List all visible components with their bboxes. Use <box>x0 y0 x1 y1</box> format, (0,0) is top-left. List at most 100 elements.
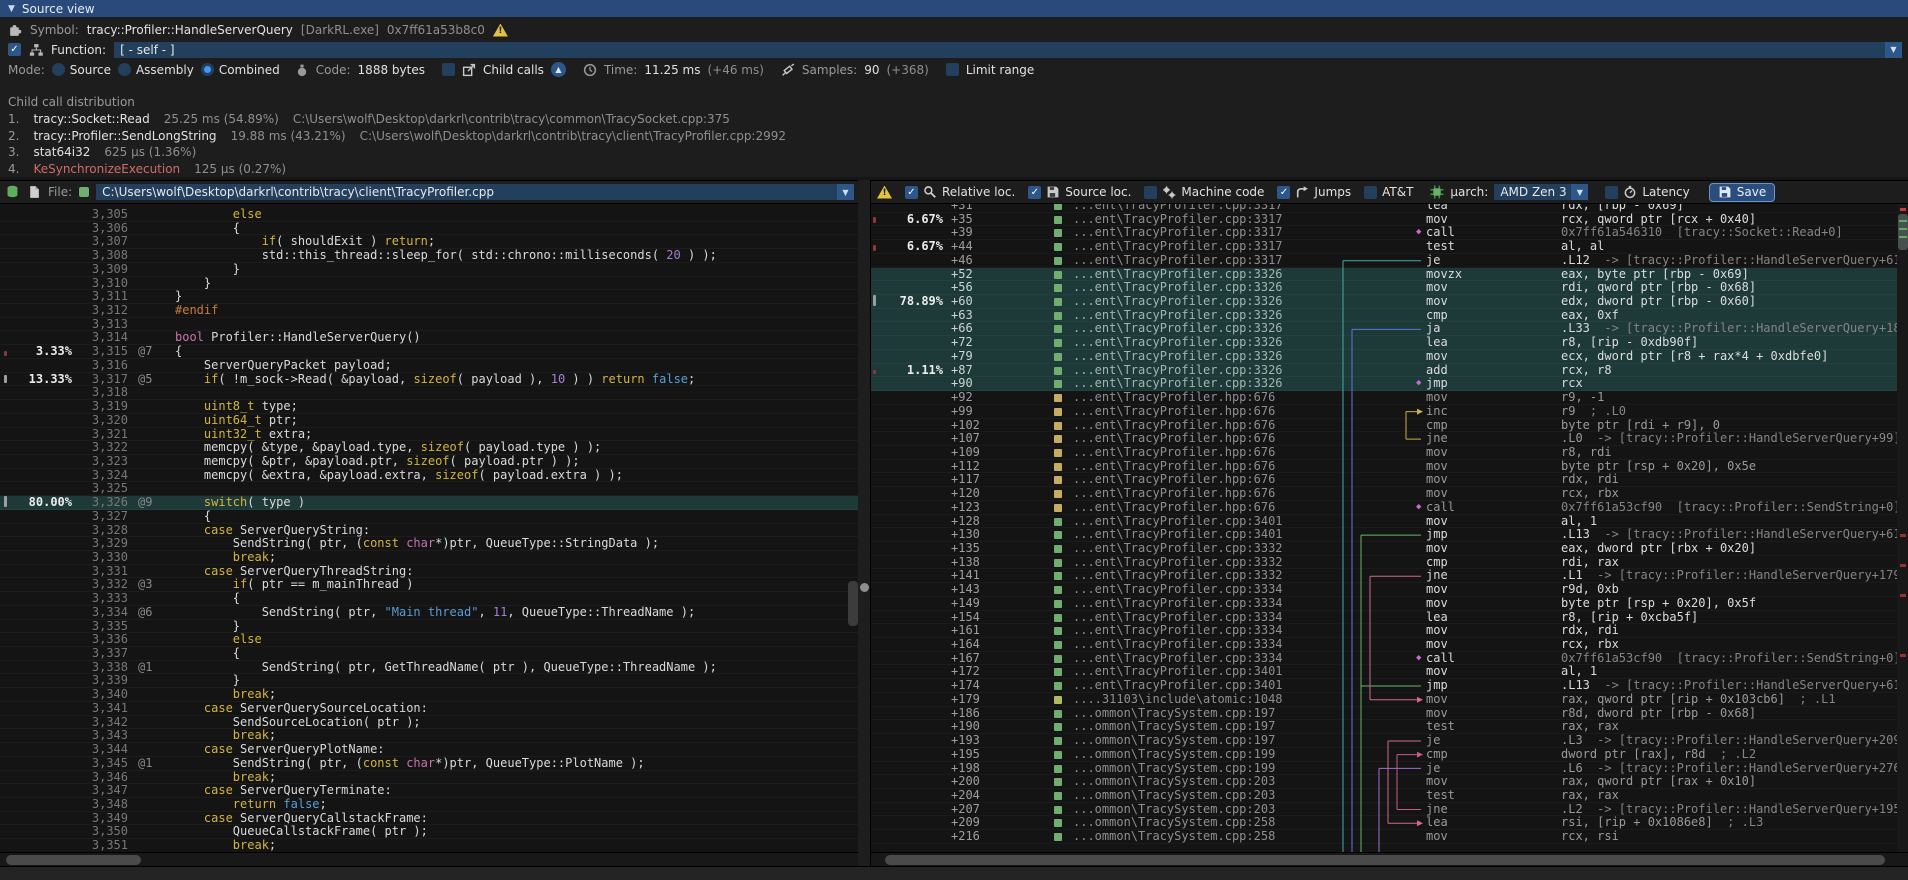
asm-row[interactable]: 78.89%+60...ent\TracyProfiler.cpp:3326mo… <box>871 295 1908 309</box>
asm-row[interactable]: +130...ent\TracyProfiler.cpp:3401jmp.L13… <box>871 528 1908 542</box>
asm-row[interactable]: +128...ent\TracyProfiler.cpp:3401moval, … <box>871 515 1908 529</box>
source-line[interactable]: 3,310 } <box>0 277 858 291</box>
asm-row[interactable]: +39...ent\TracyProfiler.cpp:3317◆call0x7… <box>871 226 1908 240</box>
source-line[interactable]: 3,321 uint32_t extra; <box>0 428 858 442</box>
latency-checkbox[interactable] <box>1605 186 1618 199</box>
asm-row[interactable]: +154...ent\TracyProfiler.cpp:3334lear8, … <box>871 611 1908 625</box>
asm-row[interactable]: +200...ommon\TracySystem.cpp:203movrax, … <box>871 775 1908 789</box>
checkbox-icon[interactable] <box>1364 186 1377 199</box>
function-checkbox[interactable] <box>8 43 21 56</box>
source-line[interactable]: 3,311} <box>0 290 858 304</box>
source-line[interactable]: 3,323 memcpy( &ptr, &payload.ptr, sizeof… <box>0 455 858 469</box>
asm-row[interactable]: +179....31103\include\atomic:1048movrax,… <box>871 693 1908 707</box>
asm-row[interactable]: +63...ent\TracyProfiler.cpp:3326cmpeax, … <box>871 309 1908 323</box>
asm-row[interactable]: +90...ent\TracyProfiler.cpp:3326◆jmprcx <box>871 377 1908 391</box>
asm-row[interactable]: +107...ent\TracyProfiler.hpp:676jne.L0 -… <box>871 432 1908 446</box>
source-line[interactable]: 3,307 if( shouldExit ) return; <box>0 235 858 249</box>
chevron-down-icon[interactable]: ▼ <box>1571 184 1588 200</box>
source-horizontal-scrollbar[interactable] <box>0 852 858 867</box>
source-line[interactable]: 3,349 case ServerQueryCallstackFrame: <box>0 812 858 826</box>
asm-row[interactable]: +135...ent\TracyProfiler.cpp:3332moveax,… <box>871 542 1908 556</box>
source-line[interactable]: 3,343 break; <box>0 729 858 743</box>
source-line[interactable]: 3,329 SendString( ptr, (const char*)ptr,… <box>0 537 858 551</box>
source-line[interactable]: 3,348 return false; <box>0 798 858 812</box>
source-line[interactable]: 3,337 { <box>0 647 858 661</box>
source-line[interactable]: 3,335 } <box>0 620 858 634</box>
child-call-row[interactable]: 4.KeSynchronizeExecution125 μs (0.27%) <box>8 162 286 176</box>
mode-radio-source[interactable]: Source <box>52 63 111 77</box>
asm-row[interactable]: +190...ommon\TracySystem.cpp:197testrax,… <box>871 720 1908 734</box>
mode-radio-assembly[interactable]: Assembly <box>118 63 194 77</box>
toolbar-toggle-at-t[interactable]: AT&T <box>1364 185 1413 199</box>
asm-row[interactable]: +164...ent\TracyProfiler.cpp:3334movrcx,… <box>871 638 1908 652</box>
asm-row[interactable]: 6.67%+44...ent\TracyProfiler.cpp:3317tes… <box>871 240 1908 254</box>
latency-group[interactable]: Latency <box>1605 185 1689 199</box>
source-line[interactable]: 13.33%3,317@5 if( !m_sock->Read( &payloa… <box>0 373 858 387</box>
asm-row[interactable]: +216...ommon\TracySystem.cpp:258movrcx, … <box>871 830 1908 844</box>
source-line[interactable]: 3,332@3 if( ptr == m_mainThread ) <box>0 578 858 592</box>
asm-row[interactable]: +195...ommon\TracySystem.cpp:199cmpdword… <box>871 748 1908 762</box>
asm-row[interactable]: +123...ent\TracyProfiler.hpp:676◆call0x7… <box>871 501 1908 515</box>
source-line[interactable]: 3,346 break; <box>0 771 858 785</box>
source-line[interactable]: 3,344 case ServerQueryPlotName: <box>0 743 858 757</box>
checkbox-icon[interactable] <box>905 186 918 199</box>
chevron-down-icon[interactable]: ▼ <box>837 184 854 200</box>
splitter-handle[interactable] <box>860 583 869 592</box>
asm-row[interactable]: +186...ommon\TracySystem.cpp:197movr8d, … <box>871 707 1908 721</box>
asm-row[interactable]: +99...ent\TracyProfiler.hpp:676incr9 ; .… <box>871 405 1908 419</box>
pane-splitter[interactable] <box>858 180 870 866</box>
asm-row[interactable]: +46...ent\TracyProfiler.cpp:3317je.L12 -… <box>871 254 1908 268</box>
assembly-vertical-scrollbar[interactable] <box>1897 204 1908 853</box>
source-line[interactable]: 3,328 case ServerQueryString: <box>0 524 858 538</box>
asm-row[interactable]: +207...ommon\TracySystem.cpp:203jne.L2 -… <box>871 803 1908 817</box>
radio-icon[interactable] <box>118 63 131 76</box>
source-line[interactable]: 3,322 memcpy( &type, &payload.type, size… <box>0 441 858 455</box>
asm-row[interactable]: +109...ent\TracyProfiler.hpp:676movr8, r… <box>871 446 1908 460</box>
assembly-horizontal-scrollbar[interactable] <box>871 852 1908 867</box>
source-line[interactable]: 80.00%3,326@9 switch( type ) <box>0 496 858 510</box>
source-line[interactable]: 3,313 <box>0 318 858 332</box>
asm-row[interactable]: 1.11%+87...ent\TracyProfiler.cpp:3326add… <box>871 364 1908 378</box>
source-line[interactable]: 3,308 std::this_thread::sleep_for( std::… <box>0 249 858 263</box>
asm-row[interactable]: +161...ent\TracyProfiler.cpp:3334movrdx,… <box>871 624 1908 638</box>
asm-row[interactable]: +149...ent\TracyProfiler.cpp:3334movbyte… <box>871 597 1908 611</box>
asm-row[interactable]: +172...ent\TracyProfiler.cpp:3401moval, … <box>871 665 1908 679</box>
source-line[interactable]: 3,333 { <box>0 592 858 606</box>
source-line[interactable]: 3,341 case ServerQuerySourceLocation: <box>0 702 858 716</box>
mode-radio-combined[interactable]: Combined <box>201 63 280 77</box>
asm-row[interactable]: +141...ent\TracyProfiler.cpp:3332jne.L1 … <box>871 569 1908 583</box>
source-line[interactable]: 3,342 SendSourceLocation( ptr ); <box>0 716 858 730</box>
source-line[interactable]: 3,314bool Profiler::HandleServerQuery() <box>0 331 858 345</box>
source-line[interactable]: 3.33%3,315@7{ <box>0 345 858 359</box>
source-line[interactable]: 3,339 } <box>0 674 858 688</box>
source-line[interactable]: 3,350 QueueCallstackFrame( ptr ); <box>0 825 858 839</box>
asm-row[interactable]: 6.67%+35...ent\TracyProfiler.cpp:3317mov… <box>871 213 1908 227</box>
source-line[interactable]: 3,331 case ServerQueryThreadString: <box>0 565 858 579</box>
asm-row[interactable]: +174...ent\TracyProfiler.cpp:3401jmp.L13… <box>871 679 1908 693</box>
source-line[interactable]: 3,309 } <box>0 263 858 277</box>
toolbar-toggle-source-loc-[interactable]: Source loc. <box>1028 185 1131 199</box>
toolbar-toggle-relative-loc-[interactable]: Relative loc. <box>905 185 1015 199</box>
limit-range-checkbox[interactable] <box>946 63 959 76</box>
source-line[interactable]: 3,306 { <box>0 222 858 236</box>
asm-row[interactable]: +92...ent\TracyProfiler.hpp:676movr9, -1 <box>871 391 1908 405</box>
source-line[interactable]: 3,319 uint8_t type; <box>0 400 858 414</box>
source-line[interactable]: 3,345@1 SendString( ptr, (const char*)pt… <box>0 757 858 771</box>
radio-icon[interactable] <box>52 63 65 76</box>
march-select[interactable]: AMD Zen 3▼ <box>1494 184 1588 200</box>
asm-row[interactable]: +66...ent\TracyProfiler.cpp:3326ja.L33 -… <box>871 322 1908 336</box>
asm-row[interactable]: +112...ent\TracyProfiler.hpp:676movbyte … <box>871 460 1908 474</box>
toolbar-toggle-jumps[interactable]: Jumps <box>1277 185 1351 199</box>
asm-row[interactable]: +167...ent\TracyProfiler.cpp:3334◆call0x… <box>871 652 1908 666</box>
source-line[interactable]: 3,325 <box>0 482 858 496</box>
asm-row[interactable]: +193...ommon\TracySystem.cpp:197je.L3 ->… <box>871 734 1908 748</box>
source-line[interactable]: 3,327 { <box>0 510 858 524</box>
source-line[interactable]: 3,305 else <box>0 208 858 222</box>
source-vertical-scrollbar[interactable] <box>848 581 858 626</box>
source-line[interactable]: 3,330 break; <box>0 551 858 565</box>
asm-row[interactable]: +204...ommon\TracySystem.cpp:203testrax,… <box>871 789 1908 803</box>
asm-row[interactable]: +79...ent\TracyProfiler.cpp:3326movecx, … <box>871 350 1908 364</box>
child-calls-up-button[interactable]: ▲ <box>551 62 566 77</box>
radio-icon[interactable] <box>201 63 214 76</box>
collapse-icon[interactable]: ▼ <box>8 4 15 14</box>
